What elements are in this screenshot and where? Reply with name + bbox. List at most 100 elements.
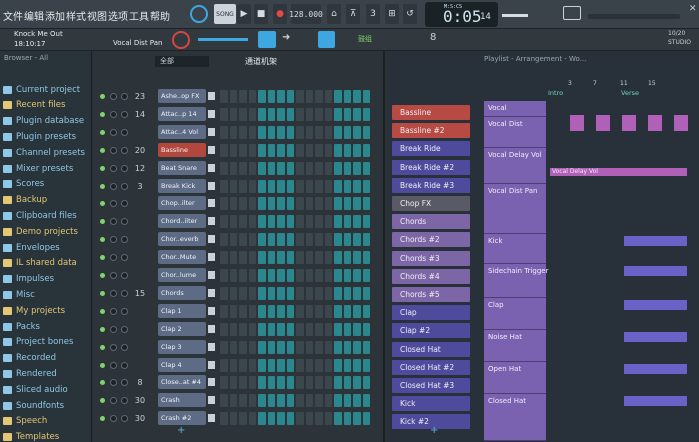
volume-knob[interactable]	[121, 200, 128, 208]
mute-led[interactable]	[100, 147, 105, 153]
step-button[interactable]	[362, 412, 370, 426]
step-button[interactable]	[334, 376, 342, 390]
step-button[interactable]	[277, 269, 285, 282]
browser-item[interactable]: Clipboard files	[3, 209, 77, 222]
step-button[interactable]	[343, 215, 351, 229]
step-button[interactable]	[239, 286, 247, 300]
mixer-track-number[interactable]: 14	[133, 108, 147, 121]
step-button[interactable]	[248, 90, 256, 103]
step-button[interactable]	[343, 251, 351, 265]
channel-button[interactable]: Beat Snare	[158, 160, 206, 175]
mute-led[interactable]	[100, 308, 105, 314]
step-button[interactable]	[267, 394, 275, 408]
step-button[interactable]	[362, 394, 370, 408]
step-button[interactable]	[229, 376, 237, 390]
step-sequencer[interactable]	[220, 286, 370, 300]
step-button[interactable]	[334, 161, 342, 175]
select-indicator[interactable]	[208, 109, 215, 118]
pan-knob[interactable]	[110, 200, 117, 208]
browser-header[interactable]: Browser - All	[4, 54, 48, 62]
pan-knob[interactable]	[110, 379, 117, 387]
stop-icon[interactable]: ■	[254, 4, 268, 24]
step-button[interactable]	[286, 376, 294, 390]
step-button[interactable]	[334, 197, 342, 211]
step-button[interactable]	[324, 251, 332, 265]
step-button[interactable]	[305, 197, 313, 211]
pattern-clip[interactable]: Bassline	[392, 105, 470, 120]
step-button[interactable]	[296, 412, 304, 426]
step-button[interactable]	[248, 125, 256, 139]
step-button[interactable]	[220, 304, 228, 318]
step-button[interactable]	[296, 161, 304, 175]
close-icon[interactable]: ✕	[689, 4, 697, 14]
select-indicator[interactable]	[208, 145, 215, 154]
volume-knob[interactable]	[121, 110, 128, 118]
step-button[interactable]	[296, 233, 304, 247]
audio-clip[interactable]	[674, 121, 688, 131]
step-button[interactable]	[286, 412, 294, 426]
step-button[interactable]	[286, 179, 294, 193]
step-button[interactable]	[286, 286, 294, 300]
step-button[interactable]	[353, 304, 361, 318]
step-button[interactable]	[343, 412, 351, 426]
step-button[interactable]	[248, 233, 256, 247]
step-button[interactable]	[267, 107, 275, 121]
step-button[interactable]	[305, 394, 313, 408]
step-button[interactable]	[267, 376, 275, 390]
step-button[interactable]	[286, 322, 294, 336]
step-button[interactable]	[296, 215, 304, 229]
step-button[interactable]	[353, 286, 361, 300]
mixer-track-number[interactable]: 3	[133, 180, 147, 193]
step-button[interactable]	[324, 197, 332, 211]
browser-item[interactable]: Plugin presets	[3, 130, 76, 143]
browser-item[interactable]: Rendered	[3, 367, 57, 380]
playlist-track-header[interactable]: Vocal Dist	[484, 117, 546, 148]
step-button[interactable]	[315, 179, 323, 193]
playlist-track-header[interactable]: Vocal Delay Vol	[484, 148, 546, 184]
step-button[interactable]	[343, 161, 351, 175]
rack-filter[interactable]: 全部	[155, 56, 209, 67]
step-button[interactable]	[277, 340, 285, 354]
step-button[interactable]	[229, 161, 237, 175]
menu-tools[interactable]: 工具	[129, 8, 149, 23]
step-button[interactable]	[220, 90, 228, 103]
piano-roll-icon[interactable]	[258, 31, 276, 48]
step-button[interactable]	[334, 251, 342, 265]
step-sequencer[interactable]	[220, 358, 370, 372]
step-button[interactable]	[286, 358, 294, 372]
step-button[interactable]	[296, 394, 304, 408]
step-sequencer[interactable]	[220, 340, 370, 354]
step-button[interactable]	[296, 197, 304, 211]
mute-led[interactable]	[100, 219, 105, 225]
pattern-clip[interactable]: Break Ride #3	[392, 177, 470, 193]
step-button[interactable]	[315, 143, 323, 157]
step-button[interactable]	[353, 394, 361, 408]
step-button[interactable]	[229, 197, 237, 211]
step-button[interactable]	[286, 161, 294, 175]
playlist-lane[interactable]	[550, 264, 687, 297]
step-button[interactable]	[343, 394, 351, 408]
mute-led[interactable]	[100, 111, 105, 117]
volume-knob[interactable]	[121, 415, 128, 423]
step-button[interactable]	[239, 125, 247, 139]
step-button[interactable]	[324, 215, 332, 229]
channel-button[interactable]: Ashe..op FX	[158, 89, 206, 103]
mixer-track-number[interactable]	[133, 323, 147, 336]
step-button[interactable]	[353, 251, 361, 265]
step-button[interactable]	[305, 107, 313, 121]
step-button[interactable]	[305, 215, 313, 229]
step-button[interactable]	[296, 358, 304, 372]
step-button[interactable]	[362, 125, 370, 139]
playlist-track-header[interactable]: Kick	[484, 234, 546, 264]
step-button[interactable]	[220, 215, 228, 229]
step-button[interactable]	[239, 376, 247, 390]
step-button[interactable]	[362, 215, 370, 229]
step-sequencer[interactable]	[220, 215, 370, 229]
step-button[interactable]	[362, 197, 370, 211]
step-button[interactable]	[267, 286, 275, 300]
mute-led[interactable]	[100, 237, 105, 243]
browser-item[interactable]: Demo projects	[3, 225, 78, 238]
time-display[interactable]: M:S:CS 0:05 14	[425, 2, 498, 27]
volume-knob[interactable]	[121, 307, 128, 315]
browser-item[interactable]: My projects	[3, 304, 65, 317]
